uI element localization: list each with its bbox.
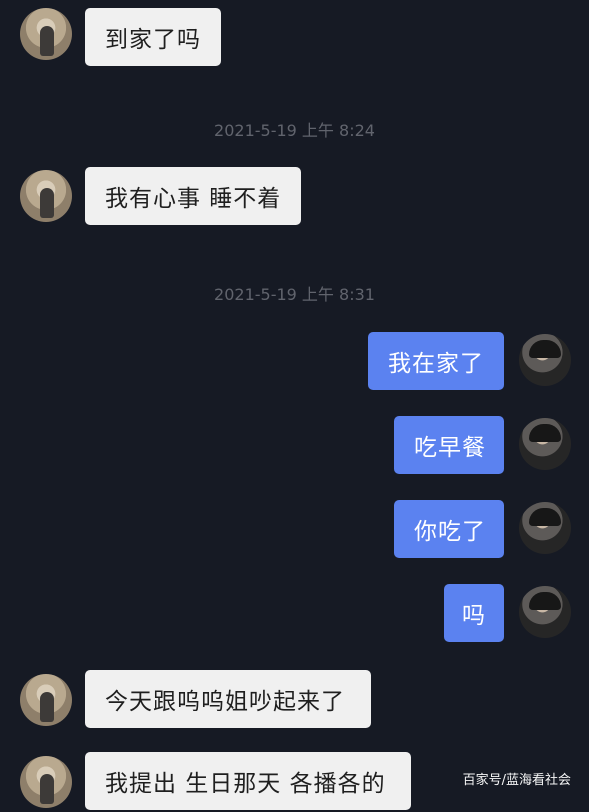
message-text: 到家了吗 — [105, 27, 201, 53]
message-row-outgoing: 吃早餐 — [0, 416, 589, 476]
incoming-message-bubble[interactable]: 我提出 生日那天 各播各的 — [85, 752, 411, 810]
message-row-outgoing: 我在家了 — [0, 332, 589, 392]
message-row-incoming: 今天跟呜呜姐吵起来了 — [0, 670, 589, 730]
incoming-message-bubble[interactable]: 我有心事 睡不着 — [85, 167, 301, 225]
message-text: 吗 — [462, 603, 486, 629]
user-avatar[interactable] — [519, 502, 571, 554]
message-row-outgoing: 吗 — [0, 584, 589, 644]
timestamp: 2021-5-19 上午 8:24 — [214, 121, 375, 140]
message-row-outgoing: 你吃了 — [0, 500, 589, 560]
contact-avatar[interactable] — [20, 170, 72, 222]
message-text: 你吃了 — [414, 519, 486, 545]
contact-avatar[interactable] — [20, 756, 72, 808]
outgoing-message-bubble[interactable]: 我在家了 — [368, 332, 504, 390]
message-text: 今天跟呜呜姐吵起来了 — [105, 689, 345, 715]
user-avatar[interactable] — [519, 586, 571, 638]
user-avatar[interactable] — [519, 418, 571, 470]
contact-avatar[interactable] — [20, 674, 72, 726]
watermark: 百家号/蓝海看社会 — [462, 773, 571, 788]
user-avatar[interactable] — [519, 334, 571, 386]
contact-avatar[interactable] — [20, 8, 72, 60]
message-text: 我在家了 — [388, 351, 484, 377]
message-row-incoming: 我有心事 睡不着 — [0, 166, 589, 226]
outgoing-message-bubble[interactable]: 你吃了 — [394, 500, 504, 558]
incoming-message-bubble[interactable]: 今天跟呜呜姐吵起来了 — [85, 670, 371, 728]
message-text: 我提出 生日那天 各播各的 — [105, 771, 386, 797]
incoming-message-bubble[interactable]: 到家了吗 — [85, 8, 221, 66]
chat-thread: 到家了吗 2021-5-19 上午 8:24 我有心事 睡不着 2021-5-1… — [0, 0, 589, 810]
outgoing-message-bubble[interactable]: 吃早餐 — [394, 416, 504, 474]
message-text: 吃早餐 — [414, 435, 486, 461]
outgoing-message-bubble[interactable]: 吗 — [444, 584, 504, 642]
message-row-incoming: 到家了吗 — [0, 4, 589, 66]
message-text: 我有心事 睡不着 — [105, 186, 282, 212]
timestamp: 2021-5-19 上午 8:31 — [214, 285, 375, 304]
